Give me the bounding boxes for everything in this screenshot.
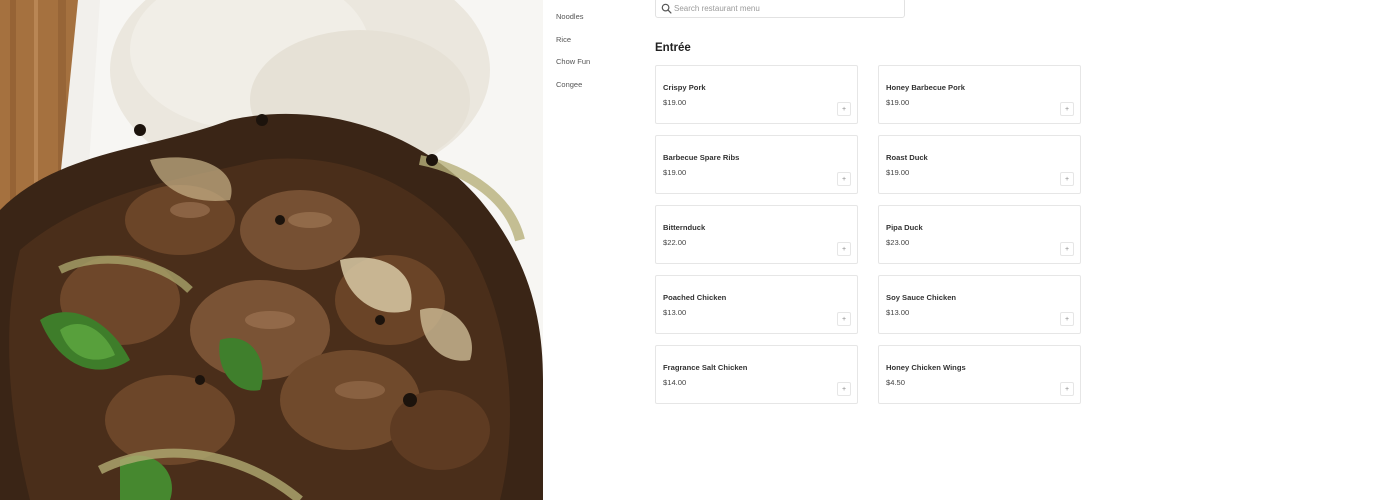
menu-item-card[interactable]: Barbecue Spare Ribs $19.00 + bbox=[655, 135, 858, 194]
add-item-button[interactable]: + bbox=[837, 102, 851, 116]
search-icon bbox=[661, 3, 672, 14]
menu-item-price: $22.00 bbox=[663, 238, 687, 247]
menu-item-price: $13.00 bbox=[663, 308, 687, 317]
menu-item-card[interactable]: Bitternduck $22.00 + bbox=[655, 205, 858, 264]
menu-item-card[interactable]: Fragrance Salt Chicken $14.00 + bbox=[655, 345, 858, 404]
menu-item-card[interactable]: Roast Duck $19.00 + bbox=[878, 135, 1081, 194]
menu-item-card[interactable]: Honey Barbecue Pork $19.00 + bbox=[878, 65, 1081, 124]
category-noodles[interactable]: Noodles bbox=[556, 6, 636, 29]
menu-grid: Crispy Pork $19.00 + Honey Barbecue Pork… bbox=[655, 65, 1081, 404]
menu-item-name: Poached Chicken bbox=[663, 293, 727, 302]
page: Noodles Rice Chow Fun Congee Entrée Cris… bbox=[0, 0, 1400, 500]
menu-item-price: $4.50 bbox=[886, 378, 906, 387]
category-congee[interactable]: Congee bbox=[556, 74, 636, 97]
add-item-button[interactable]: + bbox=[1060, 312, 1074, 326]
menu-item-name: Pipa Duck bbox=[886, 223, 923, 232]
add-item-button[interactable]: + bbox=[1060, 242, 1074, 256]
hero-food-image bbox=[0, 0, 543, 500]
menu-item-name: Crispy Pork bbox=[663, 83, 706, 92]
menu-item-price: $14.00 bbox=[663, 378, 687, 387]
menu-item-name: Soy Sauce Chicken bbox=[886, 293, 957, 302]
add-item-button[interactable]: + bbox=[837, 382, 851, 396]
add-item-button[interactable]: + bbox=[837, 312, 851, 326]
add-item-button[interactable]: + bbox=[1060, 382, 1074, 396]
menu-item-price: $13.00 bbox=[886, 308, 910, 317]
add-item-button[interactable]: + bbox=[837, 242, 851, 256]
menu-item-name: Roast Duck bbox=[886, 153, 928, 162]
menu-item-price: $19.00 bbox=[886, 98, 910, 107]
category-nav: Noodles Rice Chow Fun Congee bbox=[556, 6, 636, 96]
section-title: Entrée bbox=[655, 42, 691, 54]
add-item-button[interactable]: + bbox=[837, 172, 851, 186]
search-input[interactable] bbox=[674, 0, 894, 16]
menu-item-card[interactable]: Poached Chicken $13.00 + bbox=[655, 275, 858, 334]
menu-item-price: $19.00 bbox=[886, 168, 910, 177]
menu-item-name: Bitternduck bbox=[663, 223, 706, 232]
menu-item-price: $23.00 bbox=[886, 238, 910, 247]
menu-item-name: Barbecue Spare Ribs bbox=[663, 153, 740, 162]
menu-item-price: $19.00 bbox=[663, 168, 687, 177]
menu-item-card[interactable]: Soy Sauce Chicken $13.00 + bbox=[878, 275, 1081, 334]
add-item-button[interactable]: + bbox=[1060, 172, 1074, 186]
menu-item-name: Fragrance Salt Chicken bbox=[663, 363, 748, 372]
menu-item-card[interactable]: Honey Chicken Wings $4.50 + bbox=[878, 345, 1081, 404]
menu-item-name: Honey Chicken Wings bbox=[886, 363, 966, 372]
menu-item-card[interactable]: Pipa Duck $23.00 + bbox=[878, 205, 1081, 264]
menu-item-card[interactable]: Crispy Pork $19.00 + bbox=[655, 65, 858, 124]
add-item-button[interactable]: + bbox=[1060, 102, 1074, 116]
category-rice[interactable]: Rice bbox=[556, 29, 636, 52]
search-bar[interactable] bbox=[655, 0, 905, 18]
category-chow-fun[interactable]: Chow Fun bbox=[556, 51, 636, 74]
menu-item-name: Honey Barbecue Pork bbox=[886, 83, 965, 92]
menu-item-price: $19.00 bbox=[663, 98, 687, 107]
